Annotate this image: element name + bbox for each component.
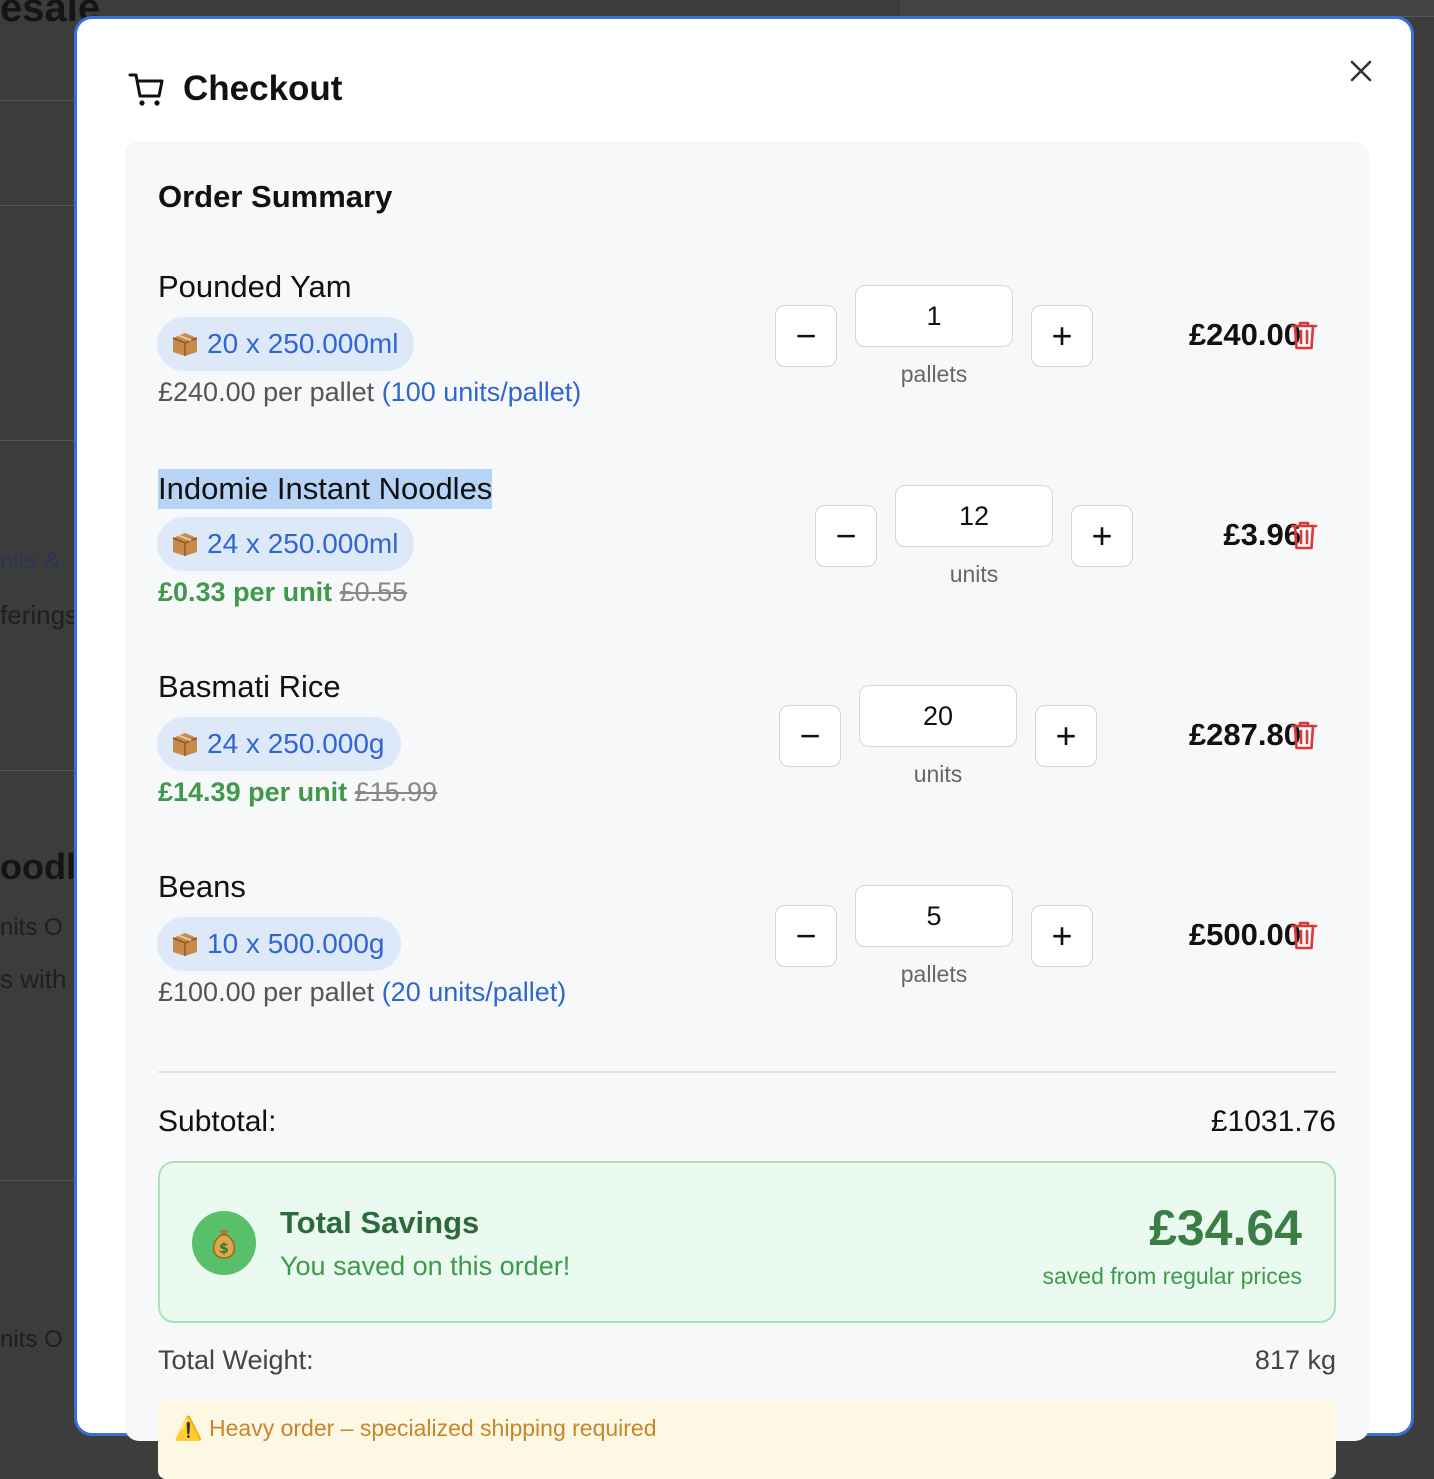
- background-text: s with: [0, 964, 67, 994]
- original-price: £0.55: [339, 577, 408, 607]
- package-icon: [172, 533, 198, 556]
- pack-size-label: 24 x 250.000ml: [207, 528, 399, 559]
- line-total: £287.80: [1188, 717, 1301, 752]
- trash-icon[interactable]: [1289, 719, 1319, 751]
- package-icon: [172, 333, 198, 356]
- package-icon: [172, 933, 198, 956]
- units-per-pallet: (100 units/pallet): [381, 377, 582, 407]
- quantity-input[interactable]: [859, 685, 1017, 747]
- decrease-quantity-button[interactable]: −: [775, 905, 837, 967]
- item-name: Beans: [158, 869, 246, 904]
- order-summary: Order Summary Pounded Yam 20 x 250.000ml…: [125, 141, 1369, 1479]
- pack-size-badge: 20 x 250.000ml: [157, 317, 415, 371]
- shipping-warning-text: ⚠️ Heavy order – specialized shipping re…: [174, 1415, 657, 1441]
- cart-item: Pounded Yam 20 x 250.000ml £240.00 per p…: [125, 269, 1369, 439]
- savings-note: saved from regular prices: [1042, 1263, 1303, 1289]
- original-price: £15.99: [354, 777, 438, 807]
- line-total: £240.00: [1188, 317, 1301, 352]
- subtotal-value: £1031.76: [1210, 1105, 1336, 1138]
- pack-size-label: 10 x 500.000g: [207, 928, 385, 959]
- decrease-quantity-button[interactable]: −: [779, 705, 841, 767]
- background-text: nits O: [0, 1326, 63, 1353]
- cart-item: Basmati Rice 24 x 250.000g £14.39 per un…: [125, 669, 1369, 839]
- background-divider: [0, 770, 80, 771]
- pack-size-label: 20 x 250.000ml: [207, 328, 399, 359]
- savings-banner: $ Total Savings You saved on this order!…: [158, 1161, 1336, 1323]
- pack-size-badge: 24 x 250.000g: [157, 717, 401, 771]
- summary-divider: [158, 1071, 1336, 1073]
- background-divider: [0, 1180, 80, 1181]
- decrease-quantity-button[interactable]: −: [815, 505, 877, 567]
- savings-title: Total Savings: [280, 1205, 480, 1240]
- unit-price: £0.33 per unit £0.55: [158, 577, 407, 608]
- modal-header: Checkout: [127, 69, 342, 109]
- sale-price: £14.39 per unit: [158, 777, 348, 807]
- item-name: Pounded Yam: [158, 269, 352, 304]
- unit-price: £240.00 per pallet (100 units/pallet): [158, 377, 581, 408]
- background-text: nits O: [0, 914, 63, 941]
- increase-quantity-button[interactable]: +: [1035, 705, 1097, 767]
- trash-icon[interactable]: [1289, 519, 1319, 551]
- item-name: Basmati Rice: [158, 669, 341, 704]
- modal-title: Checkout: [183, 69, 343, 108]
- cart-item: Indomie Instant Noodles 24 x 250.000ml £…: [125, 469, 1369, 639]
- cart-item: Beans 10 x 500.000g £100.00 per pallet (…: [125, 869, 1369, 1039]
- decrease-quantity-button[interactable]: −: [775, 305, 837, 367]
- quantity-input[interactable]: [895, 485, 1053, 547]
- trash-icon[interactable]: [1289, 319, 1319, 351]
- increase-quantity-button[interactable]: +: [1071, 505, 1133, 567]
- quantity-input[interactable]: [855, 885, 1013, 947]
- pack-size-badge: 24 x 250.000ml: [157, 517, 415, 571]
- quantity-unit: units: [949, 561, 999, 587]
- cart-icon: [128, 73, 164, 106]
- quantity-unit: pallets: [900, 961, 968, 987]
- pack-size-label: 24 x 250.000g: [207, 728, 385, 759]
- background-toolbar: [900, 0, 1434, 17]
- increase-quantity-button[interactable]: +: [1031, 905, 1093, 967]
- item-name: Indomie Instant Noodles: [158, 469, 493, 509]
- increase-quantity-button[interactable]: +: [1031, 305, 1093, 367]
- price-per-pallet: £100.00 per pallet: [158, 977, 375, 1007]
- money-bag-icon: $: [192, 1211, 256, 1275]
- line-total: £500.00: [1188, 917, 1301, 952]
- background-divider: [0, 100, 80, 101]
- background-divider: [0, 205, 80, 206]
- unit-price: £100.00 per pallet (20 units/pallet): [158, 977, 566, 1008]
- total-weight-value: 817 kg: [1254, 1345, 1336, 1375]
- trash-icon[interactable]: [1289, 919, 1319, 951]
- order-summary-title: Order Summary: [158, 179, 393, 214]
- total-weight-label: Total Weight:: [158, 1345, 314, 1375]
- background-text: nits &: [0, 548, 61, 575]
- sale-price: £0.33 per unit: [158, 577, 333, 607]
- unit-price: £14.39 per unit £15.99: [158, 777, 437, 808]
- package-icon: [172, 733, 198, 756]
- savings-amount: £34.64: [1149, 1200, 1302, 1256]
- price-per-pallet: £240.00 per pallet: [158, 377, 375, 407]
- subtotal-label: Subtotal:: [158, 1105, 277, 1138]
- background-text: ferings: [0, 600, 79, 630]
- quantity-input[interactable]: [855, 285, 1013, 347]
- svg-text:$: $: [219, 1241, 229, 1257]
- background-divider: [0, 440, 80, 441]
- checkout-modal: Checkout Order Summary Pounded Yam 20 x …: [74, 16, 1414, 1479]
- close-icon[interactable]: [1347, 57, 1375, 85]
- shipping-warning: ⚠️ Heavy order – specialized shipping re…: [158, 1399, 1336, 1479]
- quantity-unit: units: [913, 761, 963, 787]
- savings-subtitle: You saved on this order!: [280, 1251, 571, 1281]
- pack-size-badge: 10 x 500.000g: [157, 917, 401, 971]
- units-per-pallet: (20 units/pallet): [381, 977, 567, 1007]
- quantity-unit: pallets: [900, 361, 968, 387]
